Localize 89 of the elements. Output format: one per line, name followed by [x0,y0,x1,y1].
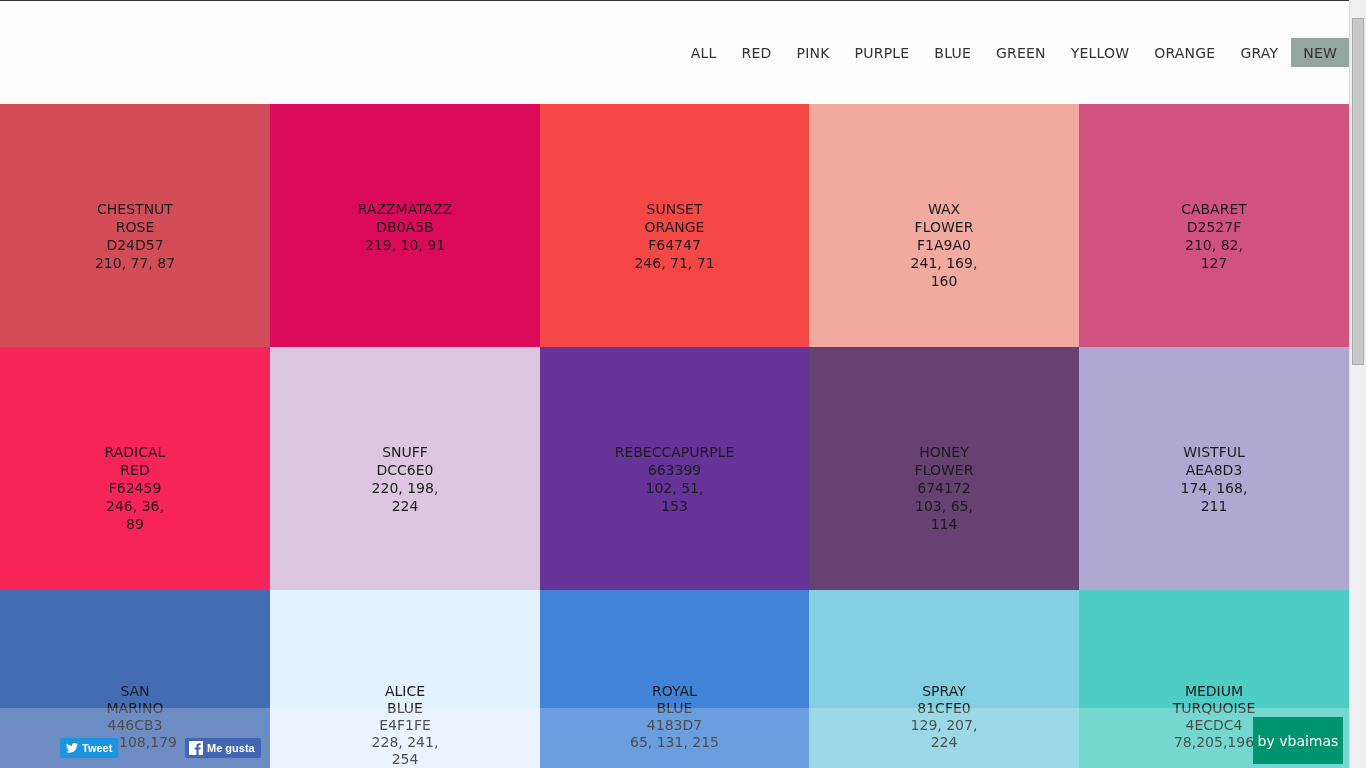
swatch-label: SAN [120,683,150,700]
swatch-label: SPRAY [922,683,966,700]
swatch-label: MARINO [106,700,164,717]
swatch-label: E4F1FE [379,717,431,734]
author-badge[interactable]: by vbaimas [1253,717,1343,764]
swatch-label: D24D57 [106,236,164,254]
swatch-label: WAX [927,200,961,218]
swatch-label: SUNSET [646,200,703,218]
swatch-label: 89 [126,515,144,533]
swatch-label: 674172 [917,479,971,497]
swatch-label: CABARET [1181,200,1247,218]
swatch-label: F1A9A0 [917,236,971,254]
swatch-label: TURQUOISE [1172,700,1256,717]
swatch-label: HONEY [919,443,969,461]
swatch-label: 108,179 [119,734,177,751]
swatch-label: RED [120,461,150,479]
swatch-label: REBECCAPURPLE [614,443,735,461]
swatch-label: 219, 10, 91 [364,236,446,254]
swatch-label: ROSE [115,218,155,236]
swatch-label: 65, 131, 215 [629,734,720,751]
swatch-label: 446CB3 [107,717,163,734]
color-swatch[interactable]: RADICAL RED F62459 246, 36, 89 [0,347,270,590]
color-swatch[interactable]: WISTFUL AEA8D3 174, 168, 211 [1079,347,1349,590]
swatch-label: 228, 241, [371,734,439,751]
facebook-icon [189,741,203,755]
bird-icon [66,743,78,753]
swatch-label: 160 [930,272,958,290]
swatch-label: 127 [1200,254,1228,272]
swatch-label: CHESTNUT [97,200,173,218]
color-swatch[interactable]: CHESTNUT ROSE D24D57 210, 77, 87 [0,104,270,347]
swatch-label: ALICE [384,683,426,700]
swatch-label: D2527F [1186,218,1242,236]
swatch-label: 210, 82, [1185,236,1243,254]
swatch-label: 4ECDC4 [1185,717,1243,734]
swatch-label: 129, 207, [910,717,978,734]
swatch-label: MEDIUM [1184,683,1244,700]
swatch-label: ROYAL [652,683,697,700]
nav-tab[interactable]: PURPLE [842,38,922,67]
color-swatch[interactable]: CABARET D2527F 210, 82, 127 [1079,104,1349,347]
nav-tab[interactable]: NEW [1291,38,1349,67]
swatch-label: SNUFF [382,443,428,461]
scrollbar-thumb[interactable] [1352,18,1364,365]
color-swatch[interactable]: WAX FLOWER F1A9A0 241, 169, 160 [809,104,1079,347]
swatch-label: 103, 65, [915,497,973,515]
swatch-label: 4183D7 [646,717,703,734]
color-swatch[interactable]: SUNSET ORANGE F64747 246, 71, 71 [540,104,809,347]
swatch-label: 246, 36, [106,497,164,515]
swatch-label: 102, 51, [645,479,704,497]
swatch-label: DCC6E0 [376,461,434,479]
nav-tab[interactable]: PINK [784,38,842,67]
swatch-label: RAZZMATAZZ [357,200,453,218]
color-swatch[interactable]: ALICE BLUE E4F1FE 228, 241, 254 [270,590,540,768]
swatch-label: ORANGE [644,218,705,236]
scrollbar[interactable] [1349,0,1366,768]
swatch-label: 81CFE0 [917,700,971,717]
swatch-label: FLOWER [914,218,974,236]
nav-tab[interactable]: BLUE [922,38,983,67]
swatch-label: BLUE [387,700,423,717]
swatch-label: 224 [930,734,958,751]
swatch-label: 224 [391,497,419,515]
color-swatch[interactable]: ROYAL BLUE 4183D7 65, 131, 215 [540,590,809,768]
swatch-label: BLUE [656,700,693,717]
swatch-label: 174, 168, [1180,479,1248,497]
swatch-label: RADICAL [104,443,166,461]
swatch-label: F62459 [108,479,162,497]
nav-tab[interactable]: ALL [678,38,729,67]
swatch-label: 153 [661,497,688,515]
swatch-label: F64747 [648,236,701,254]
color-swatch[interactable]: SNUFF DCC6E0 220, 198, 224 [270,347,540,590]
swatch-label: 241, 169, [910,254,978,272]
swatch-label: AEA8D3 [1185,461,1243,479]
like-button[interactable]: Me gusta [185,738,261,758]
swatch-label: DB0A5B [376,218,434,236]
nav-tab[interactable]: RED [729,38,784,67]
nav-tab[interactable]: YELLOW [1058,38,1142,67]
swatch-label: WISTFUL [1183,443,1245,461]
swatch-label: 211 [1200,497,1228,515]
swatch-label: 114 [930,515,958,533]
swatch-label: 78,205,196 [1173,734,1255,751]
swatch-label: 254 [391,751,419,768]
nav-tab[interactable]: ORANGE [1142,38,1228,67]
nav-tab[interactable]: GREEN [983,38,1058,67]
swatch-label: 663399 [647,461,702,479]
swatch-label: 220, 198, [371,479,439,497]
swatch-label: 246, 71, 71 [634,254,715,272]
swatch-label: 210, 77, 87 [94,254,176,272]
nav-tab[interactable]: GRAY [1228,38,1291,67]
color-swatch[interactable]: SPRAY 81CFE0 129, 207, 224 [809,590,1079,768]
swatch-label: FLOWER [914,461,974,479]
